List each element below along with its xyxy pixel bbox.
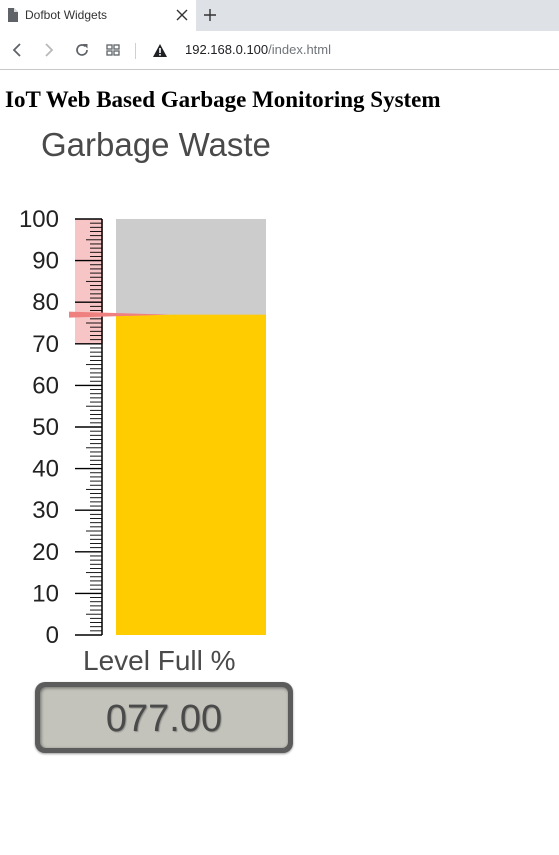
level-gauge: 0 10 20 30 40 50 60 70 80 90 100 (19, 206, 266, 645)
gauge-title: Garbage Waste (41, 126, 271, 163)
address-bar[interactable]: 192.168.0.100/index.html (185, 42, 331, 57)
document-icon (8, 8, 18, 22)
readout-value: 077.00 (105, 698, 223, 740)
tick-label: 80 (32, 289, 59, 316)
tick-label: 40 (32, 456, 59, 483)
url-path: /index.html (268, 42, 332, 57)
tick-label: 30 (32, 497, 59, 524)
gauge-label: Level Full % (83, 645, 236, 676)
tick-label: 50 (32, 414, 59, 441)
tick-label: 100 (19, 206, 59, 233)
forward-arrow-icon[interactable] (41, 41, 57, 59)
reload-icon[interactable] (73, 41, 91, 59)
digital-readout: 077.00 (35, 682, 293, 753)
back-arrow-icon[interactable] (9, 41, 25, 59)
close-icon[interactable] (175, 8, 189, 22)
not-secure-warning-icon[interactable] (152, 43, 168, 58)
browser-tab-bar: Dofbot Widgets (0, 0, 559, 31)
tick-label: 20 (32, 539, 59, 566)
tab-title: Dofbot Widgets (25, 8, 108, 22)
url-host: 192.168.0.100 (185, 42, 269, 57)
browser-toolbar: 192.168.0.100/index.html (0, 31, 559, 70)
toolbar-divider (135, 43, 136, 59)
tick-label: 90 (32, 248, 59, 275)
tick-label: 10 (32, 580, 59, 607)
tank-fill (116, 314, 266, 635)
browser-tab[interactable]: Dofbot Widgets (0, 0, 196, 31)
tick-label: 70 (32, 331, 59, 358)
page-heading: IoT Web Based Garbage Monitoring System (5, 87, 441, 112)
apps-grid-icon[interactable] (105, 41, 121, 59)
tick-label: 60 (32, 372, 59, 399)
new-tab-icon[interactable] (202, 7, 218, 23)
tick-label: 0 (46, 622, 59, 645)
readout-display: 077.00 (40, 687, 288, 748)
